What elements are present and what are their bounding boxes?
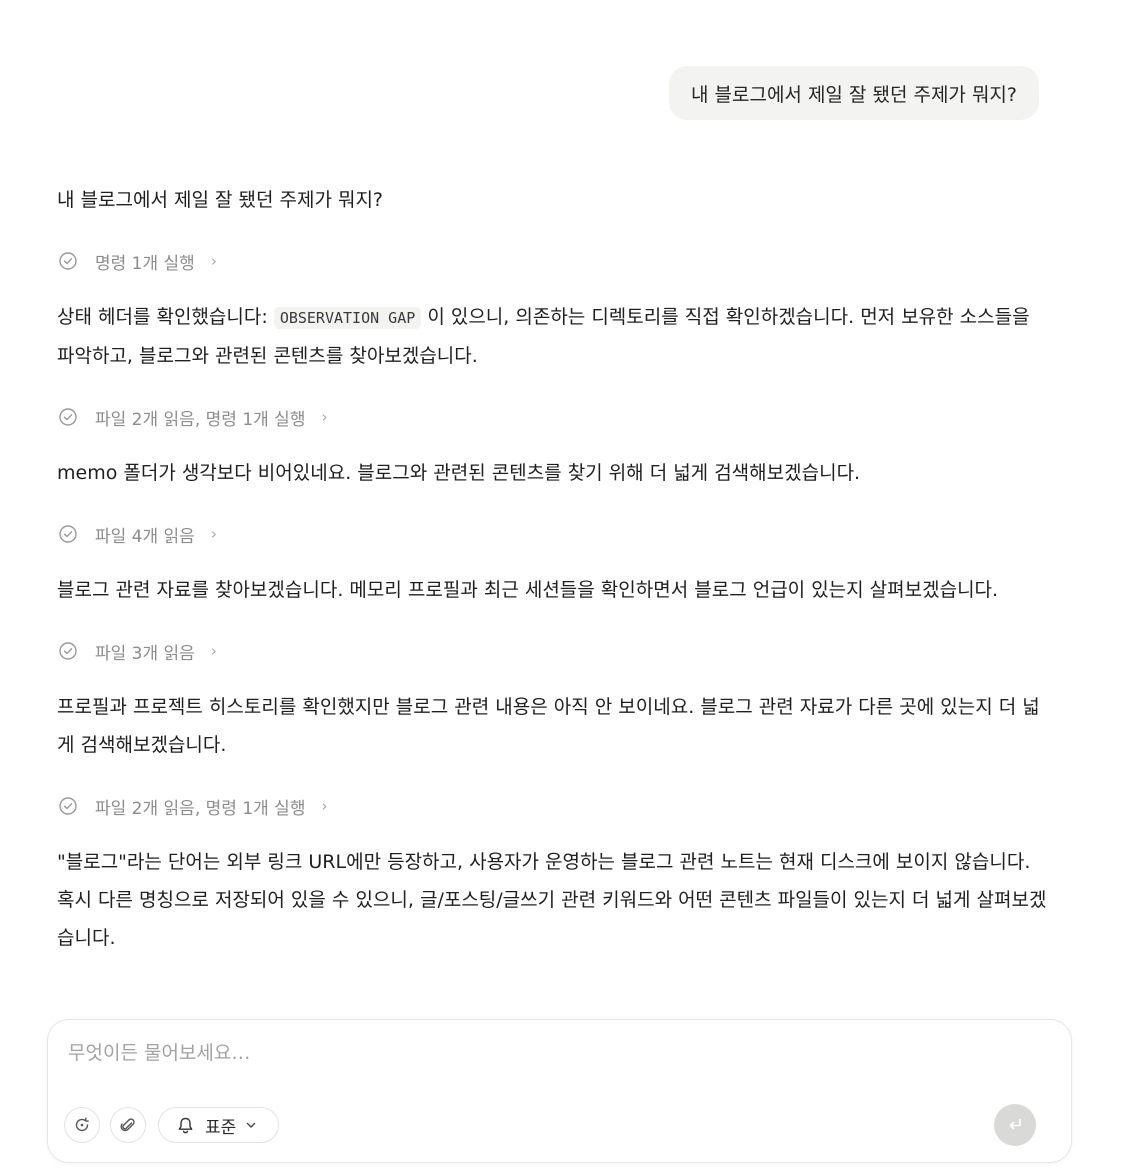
enter-icon	[1009, 1118, 1021, 1130]
bell-icon	[178, 1117, 193, 1133]
tool-step-label: 파일 4개 읽음	[95, 526, 195, 547]
chat-page: 내 블로그에서 제일 잘 됐던 주제가 뭐지? 내 블로그에서 제일 잘 됐던 …	[0, 0, 1134, 1171]
history-button[interactable]	[64, 1107, 100, 1143]
attach-button[interactable]	[110, 1107, 146, 1143]
tool-step-5[interactable]: 파일 2개 읽음, 명령 1개 실행 ›	[57, 784, 1047, 828]
inline-code: OBSERVATION GAP	[273, 307, 422, 329]
user-message-bubble: 내 블로그에서 제일 잘 됐던 주제가 뭐지?	[668, 66, 1039, 120]
assistant-paragraph-3: 블로그 관련 자료를 찾아보겠습니다. 메모리 프로필과 최근 세션들을 확인하…	[57, 579, 999, 601]
assistant-response: 내 블로그에서 제일 잘 됐던 주제가 뭐지? 명령 1개 실행 › 상태 헤더…	[57, 181, 1047, 977]
assistant-paragraph-4: 프로필과 프로젝트 히스토리를 확인했지만 블로그 관련 내용은 아직 안 보이…	[57, 696, 1040, 756]
check-circle-icon	[59, 252, 77, 270]
check-circle-icon	[59, 408, 77, 426]
check-circle-icon	[59, 525, 77, 543]
composer: 표준	[47, 1019, 1072, 1163]
send-button[interactable]	[994, 1104, 1036, 1146]
chevron-right-icon: ›	[210, 525, 217, 543]
tool-step-3[interactable]: 파일 4개 읽음 ›	[57, 512, 1047, 556]
check-circle-icon	[59, 642, 77, 660]
chevron-right-icon: ›	[321, 797, 328, 815]
tool-step-label: 파일 2개 읽음, 명령 1개 실행	[95, 798, 306, 819]
user-message-text: 내 블로그에서 제일 잘 됐던 주제가 뭐지?	[690, 83, 1017, 106]
chevron-right-icon: ›	[210, 642, 217, 660]
assistant-paragraph-2: memo 폴더가 생각보다 비어있네요. 블로그와 관련된 콘텐츠를 찾기 위해…	[57, 462, 861, 484]
assistant-echo-text: 내 블로그에서 제일 잘 됐던 주제가 뭐지?	[57, 189, 384, 211]
history-icon	[75, 1117, 89, 1132]
assistant-paragraph-1: 상태 헤더를 확인했습니다: OBSERVATION GAP 이 있으니, 의존…	[57, 298, 1047, 375]
check-circle-icon	[59, 797, 77, 815]
tool-step-label: 명령 1개 실행	[95, 253, 195, 274]
mode-selector[interactable]: 표준	[158, 1107, 279, 1143]
chevron-down-icon	[247, 1122, 256, 1128]
message-input[interactable]	[68, 1038, 1028, 1068]
paperclip-icon	[120, 1118, 135, 1132]
chevron-right-icon: ›	[321, 408, 328, 426]
assistant-paragraph-5: "블로그"라는 단어는 외부 링크 URL에만 등장하고, 사용자가 운영하는 …	[57, 851, 1047, 949]
tool-step-4[interactable]: 파일 3개 읽음 ›	[57, 629, 1047, 673]
tool-step-2[interactable]: 파일 2개 읽음, 명령 1개 실행 ›	[57, 395, 1047, 439]
tool-step-label: 파일 3개 읽음	[95, 643, 195, 664]
tool-step-label: 파일 2개 읽음, 명령 1개 실행	[95, 409, 306, 430]
tool-step-1[interactable]: 명령 1개 실행 ›	[57, 239, 1047, 283]
paragraph-text: 상태 헤더를 확인했습니다:	[57, 306, 274, 328]
mode-label: 표준	[205, 1117, 237, 1138]
chevron-right-icon: ›	[210, 252, 217, 270]
